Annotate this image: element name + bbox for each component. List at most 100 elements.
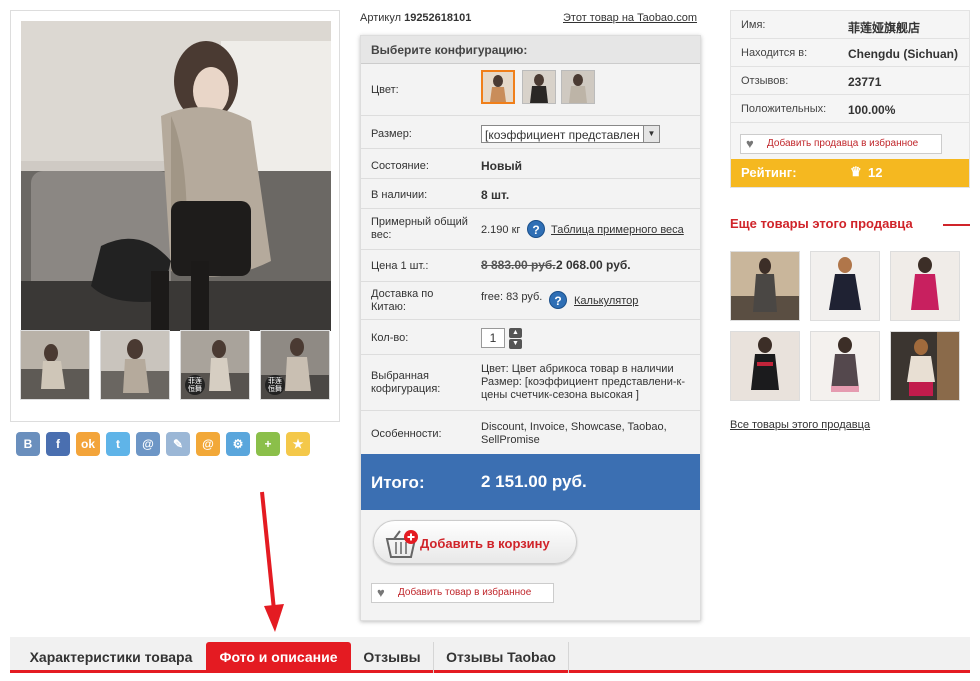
tab-reviews[interactable]: Отзывы [351, 642, 433, 673]
quantity-down-icon[interactable]: ▼ [509, 339, 522, 349]
seller-row-value: Chengdu (Sichuan) [848, 47, 958, 61]
seller-product-thumbnail[interactable] [810, 331, 880, 401]
heart-add-icon: ♥ [377, 585, 385, 600]
red-arrow-annotation [260, 491, 284, 632]
quantity-up-icon[interactable]: ▲ [509, 328, 522, 338]
gallery-thumbnail[interactable]: 菲莲 恒舞 [260, 330, 330, 400]
taobao-link[interactable]: Этот товар на Taobao.com [563, 12, 697, 24]
sku-line: Артикул 19252618101 [360, 12, 471, 24]
condition-row: Состояние: Новый [361, 149, 700, 179]
sku-value: 19252618101 [404, 12, 472, 24]
bookmark-star-icon[interactable]: ★ [286, 432, 310, 456]
color-swatch-apricot[interactable] [481, 70, 515, 104]
stock-value: 8 шт. [481, 188, 510, 202]
seller-row: Имя: 菲莲娅旗舰店 [731, 11, 969, 39]
delivery-calculator-link[interactable]: Калькулятор [574, 295, 638, 308]
size-select-value: [коэффициент представлен [485, 128, 640, 142]
seller-product-thumbnail[interactable] [730, 251, 800, 321]
gallery-thumbnail[interactable] [20, 330, 90, 400]
basket-icon [384, 529, 418, 562]
color-swatch-black[interactable] [522, 70, 556, 104]
heart-add-icon: ♥ [746, 136, 754, 151]
delivery-row: Доставка по Китаю: free: 83 руб. ? Кальк… [361, 282, 700, 320]
seller-info-box: Имя: 菲莲娅旗舰店 Находится в: Chengdu (Sichua… [730, 10, 970, 188]
seller-product-thumbnail[interactable] [730, 331, 800, 401]
help-icon[interactable]: ? [549, 291, 567, 309]
total-bar: Итого: 2 151.00 руб. [361, 454, 700, 510]
thumbnail-badge: 菲莲 恒舞 [268, 378, 282, 393]
gallery-thumbnail[interactable] [100, 330, 170, 400]
features-label: Особенности: [371, 428, 442, 440]
color-row: Цвет: [361, 64, 700, 116]
size-row: Размер: [коэффициент представлен ▼ [361, 116, 700, 149]
seller-product-thumbnail[interactable] [890, 251, 960, 321]
seller-product-thumbnail[interactable] [810, 251, 880, 321]
seller-row-value: 23771 [848, 75, 882, 89]
size-select[interactable]: [коэффициент представлен ▼ [481, 125, 660, 143]
weight-label: Примерный общий вес: [371, 216, 468, 241]
size-label: Размер: [371, 128, 412, 140]
add-to-cart-button[interactable]: Добавить в корзину [373, 520, 577, 564]
settings-share-icon[interactable]: ⚙ [226, 432, 250, 456]
color-label: Цвет: [371, 84, 399, 96]
delivery-label: Доставка по Китаю: [371, 288, 434, 313]
add-to-cart-label: Добавить в корзину [420, 536, 550, 551]
color-swatch-grey[interactable] [561, 70, 595, 104]
chevron-down-icon: ▼ [643, 126, 659, 142]
seller-rating-bar: Рейтинг: ♛ 12 [731, 159, 969, 187]
twitter-icon[interactable]: t [106, 432, 130, 456]
add-item-to-favorites-label: Добавить товар в избранное [398, 587, 532, 598]
all-seller-goods-link[interactable]: Все товары этого продавца [730, 419, 870, 431]
more-goods-title: Еще товары этого продавца [730, 216, 913, 231]
gallery-thumbnail[interactable]: 菲莲 恒舞 [180, 330, 250, 400]
seller-row: Отзывов: 23771 [731, 67, 969, 95]
condition-label: Состояние: [371, 160, 429, 172]
rating-label: Рейтинг: [741, 165, 797, 180]
mailru-icon[interactable]: @ [196, 432, 220, 456]
seller-row-key: Отзывов: [741, 75, 789, 87]
config-title: Выберите конфигурацию: [361, 36, 700, 64]
condition-value: Новый [481, 159, 522, 173]
delivery-value: free: 83 руб. [481, 291, 543, 303]
add-seller-to-favorites-button[interactable]: ♥ Добавить продавца в избранное [740, 134, 942, 154]
myworld-icon[interactable]: @ [136, 432, 160, 456]
selected-config-row: Выбранная кофигурация: Цвет: Цвет абрико… [361, 355, 700, 411]
add-item-to-favorites-button[interactable]: ♥ Добавить товар в избранное [371, 583, 554, 603]
product-tabs: Характеристики товара Фото и описание От… [10, 637, 970, 673]
price-old: 8 883.00 руб. [481, 258, 556, 272]
features-row: Особенности: Discount, Invoice, Showcase… [361, 411, 700, 454]
tab-taobao-reviews[interactable]: Отзывы Taobao [434, 642, 568, 673]
selected-config-value: Цвет: Цвет абрикоса товар в наличии Разм… [481, 363, 686, 401]
quantity-input[interactable]: 1 [481, 328, 505, 348]
add-seller-to-favorites-label: Добавить продавца в избранное [767, 138, 919, 149]
help-icon[interactable]: ? [527, 220, 545, 238]
config-panel: Выберите конфигурацию: Цвет: Размер: [ко… [360, 35, 701, 621]
total-value: 2 151.00 руб. [481, 472, 587, 491]
seller-row-key: Положительных: [741, 103, 827, 115]
stock-label: В наличии: [371, 189, 428, 201]
tab-photo-description[interactable]: Фото и описание [206, 642, 351, 673]
rating-value: 12 [868, 165, 883, 180]
stock-row: В наличии: 8 шт. [361, 179, 700, 209]
sku-label: Артикул [360, 12, 402, 24]
price-new: 2 068.00 руб. [556, 258, 631, 272]
facebook-icon[interactable]: f [46, 432, 70, 456]
price-row: Цена 1 шт.: 8 883.00 руб. 2 068.00 руб. [361, 250, 700, 282]
seller-row-value: 100.00% [848, 103, 896, 117]
selected-config-label: Выбранная кофигурация: [371, 370, 441, 395]
seller-product-thumbnail[interactable] [890, 331, 960, 401]
weight-table-link[interactable]: Таблица примерного веса [551, 224, 684, 237]
thumbnail-badge: 菲莲 恒舞 [188, 378, 202, 393]
odnoklassniki-icon[interactable]: ok [76, 432, 100, 456]
vk-icon[interactable]: B [16, 432, 40, 456]
quantity-label: Кол-во: [371, 332, 409, 344]
weight-row: Примерный общий вес: 2.190 кг ? Таблица … [361, 209, 700, 250]
seller-row-value: 菲莲娅旗舰店 [848, 21, 921, 35]
main-product-photo[interactable] [21, 21, 331, 331]
google-plus-icon[interactable]: + [256, 432, 280, 456]
livejournal-icon[interactable]: ✎ [166, 432, 190, 456]
seller-row: Находится в: Chengdu (Sichuan) [731, 39, 969, 67]
tab-divider [568, 642, 569, 673]
tab-characteristics[interactable]: Характеристики товара [18, 642, 204, 673]
seller-row-key: Находится в: [741, 47, 808, 59]
